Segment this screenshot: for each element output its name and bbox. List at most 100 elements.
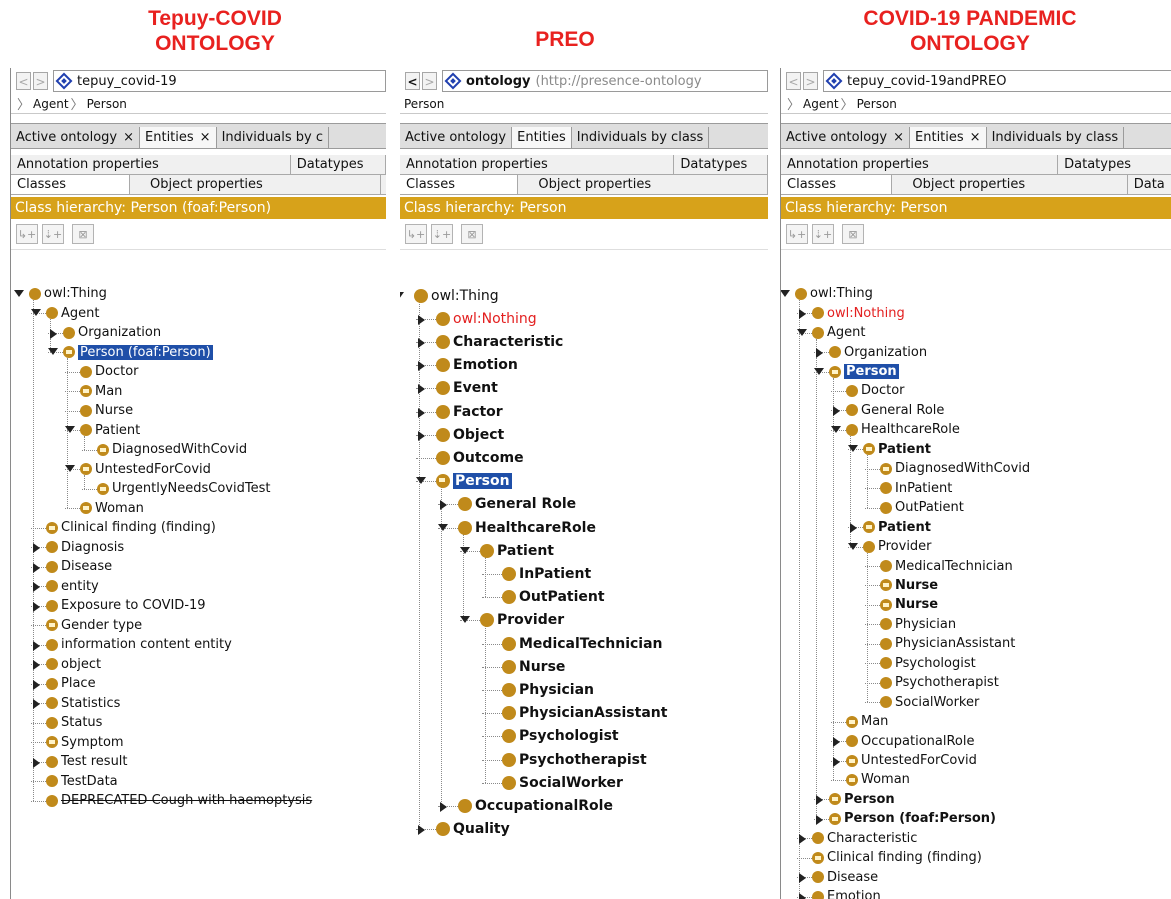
expand-arrow-icon[interactable] — [33, 582, 40, 593]
class-node-psychologist[interactable]: Psychologist — [880, 654, 976, 672]
expand-arrow-icon[interactable] — [440, 802, 447, 812]
class-node-nurse[interactable]: Nurse — [80, 402, 133, 420]
back-button[interactable]: < — [786, 72, 801, 90]
class-node-medicaltechnician[interactable]: MedicalTechnician — [880, 557, 1013, 575]
collapse-arrow-icon[interactable] — [848, 542, 858, 550]
class-node-emotion[interactable]: Emotion — [436, 354, 518, 376]
breadcrumb-item[interactable]: Person — [404, 97, 444, 111]
subtab-datatypes[interactable]: Datatypes — [291, 155, 386, 174]
collapse-arrow-icon[interactable] — [65, 465, 75, 473]
expand-arrow-icon[interactable] — [33, 757, 40, 768]
expand-arrow-icon[interactable] — [418, 338, 425, 348]
expand-arrow-icon[interactable] — [418, 825, 425, 836]
class-node-nurse[interactable]: Nurse — [880, 596, 938, 614]
close-icon[interactable]: × — [200, 130, 211, 145]
forward-button[interactable]: > — [422, 72, 437, 90]
class-node-diagnosis[interactable]: Diagnosis — [46, 538, 124, 556]
class-node-owl-thing[interactable]: owl:Thing — [414, 285, 499, 307]
add-subclass-button[interactable]: ↳+ — [786, 224, 808, 244]
collapse-arrow-icon[interactable] — [14, 289, 24, 297]
class-node-entity[interactable]: entity — [46, 577, 99, 595]
subtab-object-properties[interactable]: Object properties — [518, 175, 768, 194]
tab-individuals-by-class[interactable]: Individuals by class — [986, 127, 1125, 148]
class-node-statistics[interactable]: Statistics — [46, 694, 120, 712]
class-node-emotion[interactable]: Emotion — [812, 888, 881, 899]
tab-individuals-by-class[interactable]: Individuals by class — [571, 127, 710, 148]
class-node-person-foaf-person[interactable]: Person (foaf:Person) — [829, 810, 996, 828]
back-button[interactable]: < — [405, 72, 420, 90]
class-node-urgentlyneedscovidtest[interactable]: UrgentlyNeedsCovidTest — [97, 480, 270, 498]
class-node-nurse[interactable]: Nurse — [502, 656, 565, 678]
class-node-owl-thing[interactable]: owl:Thing — [29, 285, 107, 303]
class-node-psychotherapist[interactable]: Psychotherapist — [502, 749, 647, 771]
class-node-clinical-finding-finding[interactable]: Clinical finding (finding) — [46, 519, 216, 537]
expand-arrow-icon[interactable] — [816, 814, 823, 825]
class-node-symptom[interactable]: Symptom — [46, 733, 124, 751]
class-node-agent[interactable]: Agent — [812, 324, 865, 342]
class-node-psychotherapist[interactable]: Psychotherapist — [880, 674, 999, 692]
add-subclass-button[interactable]: ↳+ — [405, 224, 427, 244]
close-icon[interactable]: × — [893, 130, 904, 145]
expand-arrow-icon[interactable] — [799, 873, 806, 884]
class-node-patient[interactable]: Patient — [80, 421, 140, 439]
class-node-person[interactable]: Person — [829, 790, 895, 808]
expand-arrow-icon[interactable] — [418, 314, 425, 325]
class-node-organization[interactable]: Organization — [829, 343, 927, 361]
class-node-physician[interactable]: Physician — [502, 679, 594, 701]
subtab-data-properties[interactable]: Data — [1128, 175, 1171, 194]
class-node-owl-nothing[interactable]: owl:Nothing — [812, 304, 905, 322]
subtab-object-properties[interactable]: Object properties — [130, 175, 381, 194]
class-node-clinical-finding-finding[interactable]: Clinical finding (finding) — [812, 849, 982, 867]
class-node-agent[interactable]: Agent — [46, 304, 99, 322]
close-icon[interactable]: × — [123, 130, 134, 145]
delete-class-button[interactable]: ⊠ — [842, 224, 864, 244]
class-node-outpatient[interactable]: OutPatient — [502, 586, 605, 608]
expand-arrow-icon[interactable] — [833, 737, 840, 748]
class-node-disease[interactable]: Disease — [812, 868, 878, 886]
class-node-inpatient[interactable]: InPatient — [502, 563, 591, 585]
expand-arrow-icon[interactable] — [418, 361, 425, 372]
class-node-doctor[interactable]: Doctor — [846, 382, 905, 400]
collapse-arrow-icon[interactable] — [65, 426, 75, 434]
delete-class-button[interactable]: ⊠ — [461, 224, 483, 244]
collapse-arrow-icon[interactable] — [831, 425, 841, 433]
subtab-datatypes[interactable]: Datatypes — [674, 155, 768, 174]
collapse-arrow-icon[interactable] — [31, 309, 41, 317]
tab-individuals-by-class[interactable]: Individuals by c — [216, 127, 330, 148]
class-node-woman[interactable]: Woman — [80, 499, 144, 517]
class-node-object[interactable]: Object — [436, 424, 504, 446]
class-node-physicianassistant[interactable]: PhysicianAssistant — [880, 635, 1015, 653]
close-icon[interactable]: × — [970, 130, 981, 145]
class-node-untestedforcovid[interactable]: UntestedForCovid — [846, 752, 977, 770]
collapse-arrow-icon[interactable] — [416, 477, 426, 485]
expand-arrow-icon[interactable] — [418, 384, 425, 395]
class-node-outpatient[interactable]: OutPatient — [880, 499, 964, 517]
class-node-socialworker[interactable]: SocialWorker — [880, 693, 979, 711]
collapse-arrow-icon[interactable] — [460, 616, 470, 624]
expand-arrow-icon[interactable] — [33, 543, 40, 554]
expand-arrow-icon[interactable] — [33, 660, 40, 671]
tab-active-ontology[interactable]: Active ontology — [400, 127, 513, 148]
class-node-characteristic[interactable]: Characteristic — [436, 331, 563, 353]
class-node-disease[interactable]: Disease — [46, 558, 112, 576]
expand-arrow-icon[interactable] — [33, 679, 40, 690]
class-node-inpatient[interactable]: InPatient — [880, 479, 952, 497]
breadcrumb-item[interactable]: Person — [857, 97, 897, 111]
add-sibling-button[interactable]: ⇣+ — [812, 224, 834, 244]
class-node-healthcarerole[interactable]: HealthcareRole — [846, 421, 960, 439]
breadcrumb-item[interactable]: Agent — [33, 97, 69, 111]
class-node-man[interactable]: Man — [80, 382, 122, 400]
subtab-annotation-properties[interactable]: Annotation properties — [781, 155, 1059, 174]
collapse-arrow-icon[interactable] — [460, 546, 470, 554]
tab-active-ontology[interactable]: Active ontology × — [11, 127, 141, 148]
expand-arrow-icon[interactable] — [418, 407, 425, 418]
forward-button[interactable]: > — [803, 72, 818, 90]
class-node-general-role[interactable]: General Role — [458, 493, 576, 515]
class-node-information-content-entity[interactable]: information content entity — [46, 636, 232, 654]
class-node-testdata[interactable]: TestData — [46, 772, 118, 790]
expand-arrow-icon[interactable] — [33, 699, 40, 710]
expand-arrow-icon[interactable] — [418, 430, 425, 441]
class-node-physician[interactable]: Physician — [880, 615, 956, 633]
class-node-person[interactable]: Person — [829, 363, 899, 381]
back-button[interactable]: < — [16, 72, 31, 90]
